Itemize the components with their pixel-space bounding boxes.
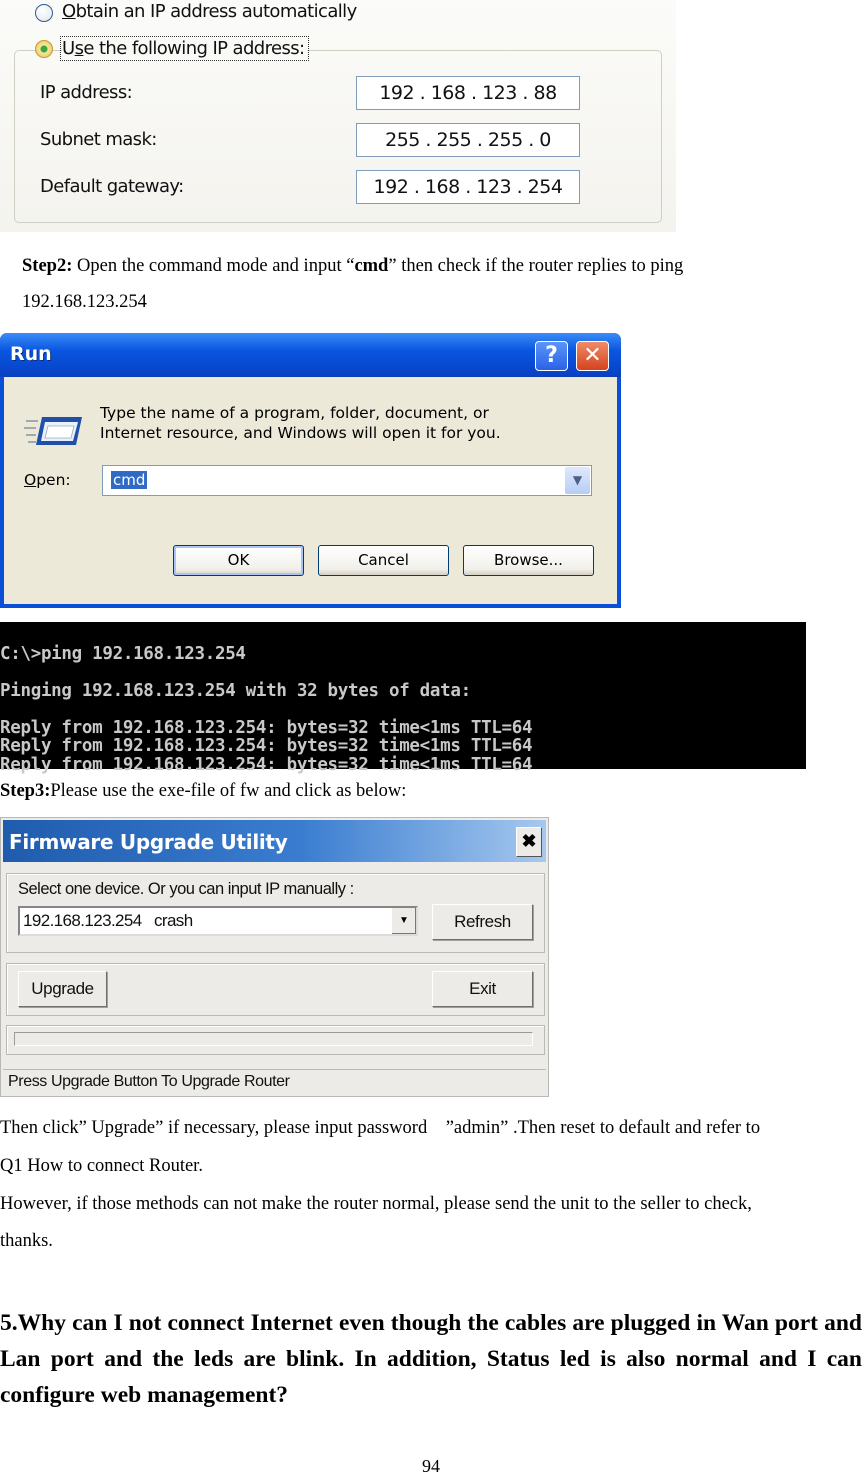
console-line: Reply from 192.168.123.254: bytes=32 tim… bbox=[0, 717, 533, 738]
close-icon[interactable]: ✖ bbox=[516, 827, 542, 857]
radio-use-following-ip[interactable] bbox=[35, 40, 53, 58]
ip-address-field[interactable]: 192 . 168 . 123 . 88 bbox=[356, 76, 580, 110]
step3-label: Step3: bbox=[0, 781, 51, 801]
device-select-label: Select one device. Or you can input IP m… bbox=[18, 880, 354, 898]
status-bar: Press Upgrade Button To Upgrade Router bbox=[3, 1069, 546, 1094]
step3-text: Please use the exe-file of fw and click … bbox=[50, 781, 407, 801]
device-combobox[interactable]: 192.168.123.254 crash ▼ bbox=[18, 906, 418, 936]
command-prompt-output: C:\>ping 192.168.123.254 Pinging 192.168… bbox=[0, 622, 806, 774]
status-text: Press Upgrade Button To Upgrade Router bbox=[8, 1073, 290, 1090]
step2-label: Step2: bbox=[22, 256, 73, 276]
chevron-down-icon[interactable]: ▼ bbox=[565, 467, 590, 494]
step2-paragraph: Step2: Open the command mode and input “… bbox=[22, 254, 683, 278]
default-gateway-field[interactable]: 192 . 168 . 123 . 254 bbox=[356, 170, 580, 204]
instruction-line-1: Then click” Upgrade” if necessary, pleas… bbox=[0, 1118, 761, 1138]
open-combobox[interactable]: cmd ▼ bbox=[102, 465, 592, 496]
fw-title: Firmware Upgrade Utility bbox=[9, 830, 288, 854]
step2-text-before: Open the command mode and input “ bbox=[72, 256, 355, 276]
run-program-icon bbox=[24, 417, 82, 445]
device-combobox-value[interactable]: 192.168.123.254 crash bbox=[23, 911, 193, 931]
open-input-value[interactable]: cmd bbox=[111, 471, 148, 489]
run-body: Type the name of a program, folder, docu… bbox=[4, 377, 617, 604]
open-label: Open: bbox=[24, 471, 71, 489]
run-description: Type the name of a program, folder, docu… bbox=[100, 403, 501, 443]
question-5-heading: 5.Why can I not connect Internet even th… bbox=[0, 1310, 862, 1408]
instruction-line-2: Q1 How to connect Router. bbox=[0, 1156, 203, 1176]
run-titlebar[interactable]: Run ? ✕ bbox=[0, 333, 621, 377]
console-line: Reply from 192.168.123.254: bytes=32 tim… bbox=[0, 754, 533, 775]
firmware-upgrade-dialog: Firmware Upgrade Utility ✖ Select one de… bbox=[0, 817, 549, 1097]
upgrade-progress-bar bbox=[14, 1032, 533, 1046]
exit-button[interactable]: Exit bbox=[432, 971, 533, 1007]
close-icon[interactable]: ✕ bbox=[576, 341, 609, 371]
refresh-button[interactable]: Refresh bbox=[432, 904, 533, 940]
step2-ip-line: 192.168.123.254 bbox=[22, 292, 147, 312]
run-dialog: Run ? ✕ Type the name of a program, fold… bbox=[0, 333, 621, 608]
step2-text-after: ” then check if the router replies to pi… bbox=[388, 256, 684, 276]
run-title: Run bbox=[10, 343, 52, 365]
subnet-mask-label: Subnet mask: bbox=[40, 129, 157, 150]
console-line: Reply from 192.168.123.254: bytes=32 tim… bbox=[0, 736, 533, 756]
upgrade-button[interactable]: Upgrade bbox=[18, 971, 107, 1007]
console-line: C:\>ping 192.168.123.254 bbox=[0, 643, 246, 664]
fw-titlebar[interactable]: Firmware Upgrade Utility ✖ bbox=[3, 820, 546, 862]
instruction-line-4: thanks. bbox=[0, 1231, 53, 1251]
radio-use-following-ip-label[interactable]: Use the following IP address: bbox=[60, 36, 309, 61]
ip-address-label: IP address: bbox=[40, 82, 133, 103]
browse-button[interactable]: Browse... bbox=[463, 545, 594, 576]
instruction-line-3: However, if those methods can not make t… bbox=[0, 1194, 752, 1214]
cancel-button[interactable]: Cancel bbox=[318, 545, 449, 576]
help-icon[interactable]: ? bbox=[535, 341, 568, 371]
dropdown-arrow-icon[interactable]: ▼ bbox=[391, 908, 416, 934]
console-line: Pinging 192.168.123.254 with 32 bytes of… bbox=[0, 680, 471, 701]
run-description-line1: Type the name of a program, folder, docu… bbox=[100, 404, 489, 422]
run-description-line2: Internet resource, and Windows will open… bbox=[100, 424, 501, 442]
ok-button[interactable]: OK bbox=[173, 545, 304, 576]
step2-command: cmd bbox=[354, 256, 389, 276]
subnet-mask-field[interactable]: 255 . 255 . 255 . 0 bbox=[356, 123, 580, 157]
page-number: 94 bbox=[422, 1456, 440, 1476]
radio-obtain-automatically-label[interactable]: Obtain an IP address automatically bbox=[62, 1, 357, 22]
ip-settings-panel: Obtain an IP address automatically Use t… bbox=[0, 0, 676, 232]
step3-paragraph: Step3:Please use the exe-file of fw and … bbox=[0, 779, 406, 803]
radio-obtain-automatically[interactable] bbox=[35, 4, 53, 22]
default-gateway-label: Default gateway: bbox=[40, 176, 184, 197]
